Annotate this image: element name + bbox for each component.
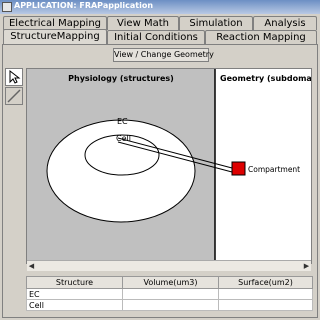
mapping-diagram: Physiology (structures) Geometry (subdom… [27, 69, 311, 261]
title-bar: APPLICATION: FRAPapplication [0, 0, 320, 14]
tab-initial-conditions[interactable]: Initial Conditions [107, 30, 205, 44]
table-row[interactable]: Cell [26, 299, 313, 311]
pointer-icon [9, 69, 21, 84]
ec-label: EC [117, 117, 128, 126]
app-icon [2, 2, 12, 12]
tab-electrical-mapping[interactable]: Electrical Mapping [3, 16, 107, 30]
compartment-box[interactable] [231, 161, 246, 176]
cell-volume[interactable] [122, 288, 219, 300]
cell-structure[interactable]: EC [26, 288, 123, 300]
window-title: APPLICATION: FRAPapplication [14, 1, 154, 10]
pointer-tool-button[interactable] [5, 68, 23, 86]
line-tool-button[interactable] [5, 87, 23, 105]
tab-structure-mapping[interactable]: StructureMapping [3, 29, 107, 45]
col-header-volume[interactable]: Volume(um3) [122, 276, 219, 289]
cell-surface[interactable] [218, 288, 313, 300]
tab-view-math[interactable]: View Math [107, 16, 179, 30]
tab-reaction-mapping[interactable]: Reaction Mapping [205, 30, 317, 44]
physiology-header: Physiology (structures) [68, 74, 174, 83]
table-row[interactable]: EC [26, 288, 313, 300]
structure-table: Structure Volume(um3) Surface(um2) EC Ce… [26, 276, 313, 311]
scroll-right-icon[interactable]: ▶ [302, 262, 311, 271]
geometry-header: Geometry (subdomain [220, 74, 311, 83]
compartment-label: Compartment [248, 165, 300, 174]
tab-simulation[interactable]: Simulation [179, 16, 253, 30]
cell-structure[interactable]: Cell [26, 299, 123, 311]
line-icon [7, 89, 21, 103]
cell-surface[interactable] [218, 299, 313, 311]
table-header-row: Structure Volume(um3) Surface(um2) [26, 276, 313, 289]
cell-volume[interactable] [122, 299, 219, 311]
horizontal-scrollbar[interactable]: ◀ ▶ [27, 260, 311, 271]
view-change-geometry-button[interactable]: View / Change Geometry [113, 48, 214, 62]
tab-analysis[interactable]: Analysis [253, 16, 317, 30]
col-header-surface[interactable]: Surface(um2) [218, 276, 313, 289]
col-header-structure[interactable]: Structure [26, 276, 123, 289]
mapping-canvas[interactable]: Physiology (structures) Geometry (subdom… [26, 68, 312, 264]
scroll-left-icon[interactable]: ◀ [27, 262, 36, 271]
